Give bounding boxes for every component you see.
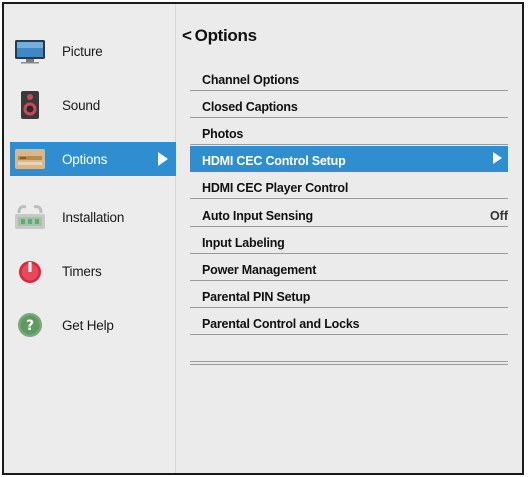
menu-item-label: Power Management [202,263,317,277]
sidebar-item-label: Picture [62,43,103,59]
menu-item-hdmi-cec-control-setup[interactable]: HDMI CEC Control Setup [190,146,508,172]
menu-item-auto-input-sensing[interactable]: Auto Input Sensing Off [190,202,508,227]
sidebar-item-label: Get Help [62,317,114,333]
sidebar-item-picture[interactable]: Picture [10,34,172,68]
menu-item-power-management[interactable]: Power Management [190,256,508,281]
sidebar-item-label: Sound [62,97,101,113]
menu-item-input-labeling[interactable]: Input Labeling [190,229,508,254]
sidebar-item-label: Options [62,151,108,167]
menu-item-parental-control-and-locks[interactable]: Parental Control and Locks [190,310,508,335]
speaker-icon [10,90,50,120]
menu-item-label: Photos [202,127,244,141]
help-icon: ? [10,310,50,340]
menu-item-empty [190,364,508,365]
sidebar: Picture Sound Options Installation Timer… [4,4,176,473]
options-panel: < Options Channel Options Closed Captions… [176,4,522,473]
monitor-icon [10,36,50,66]
sidebar-item-label: Installation [62,209,125,225]
back-icon[interactable]: < [182,26,192,45]
menu-item-label: Channel Options [202,73,300,87]
chevron-right-icon [158,152,168,166]
sidebar-item-label: Timers [62,263,102,279]
sidebar-item-timers[interactable]: Timers [10,254,172,288]
menu-item-parental-pin-setup[interactable]: Parental PIN Setup [190,283,508,308]
menu-item-value: Off [489,209,508,223]
menu-item-label: Parental PIN Setup [202,290,311,304]
page-title: < Options [182,26,257,46]
installation-icon [10,202,50,232]
menu-item-channel-options[interactable]: Channel Options [190,66,508,91]
options-icon [10,144,50,174]
menu-item-photos[interactable]: Photos [190,120,508,145]
menu-item-label: Closed Captions [202,100,298,114]
menu-item-label: Auto Input Sensing [202,209,313,223]
sidebar-item-options[interactable]: Options [10,142,176,176]
sidebar-item-sound[interactable]: Sound [10,88,172,122]
svg-text:?: ? [26,318,34,334]
menu-item-empty [190,337,508,362]
menu-item-hdmi-cec-player-control[interactable]: HDMI CEC Player Control [190,174,508,199]
timer-icon [10,256,50,286]
menu-item-closed-captions[interactable]: Closed Captions [190,93,508,118]
menu-item-label: Parental Control and Locks [202,317,360,331]
tv-menu-frame: Picture Sound Options Installation Timer… [2,2,524,475]
sidebar-item-installation[interactable]: Installation [10,200,172,234]
page-title-text: Options [194,26,257,45]
chevron-right-icon [493,152,502,164]
menu-item-label: HDMI CEC Control Setup [202,154,346,168]
menu-item-label: HDMI CEC Player Control [202,181,349,195]
sidebar-item-get-help[interactable]: ? Get Help [10,308,172,342]
menu-item-label: Input Labeling [202,236,285,250]
